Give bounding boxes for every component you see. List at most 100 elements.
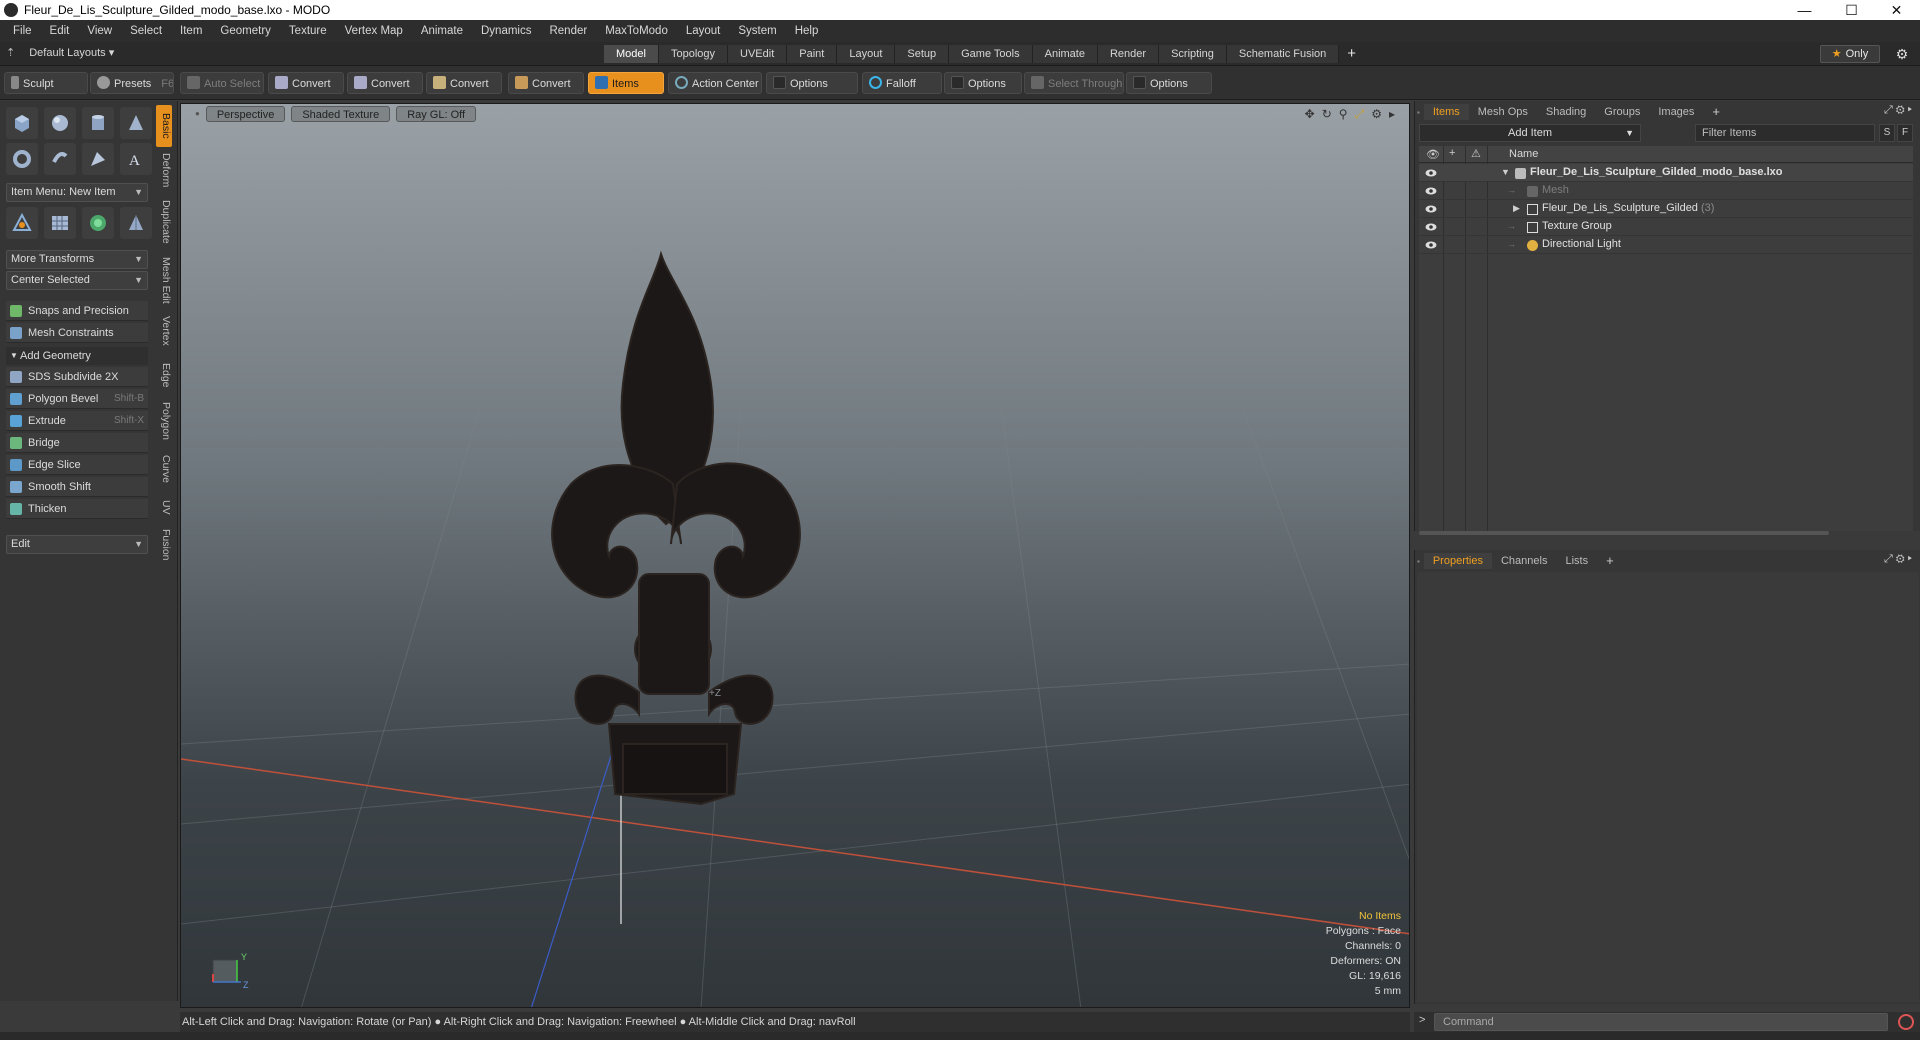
sphere-icon[interactable] <box>44 107 76 139</box>
presets-button[interactable]: Presets F6 <box>90 72 174 94</box>
eye-icon[interactable] <box>1425 168 1437 178</box>
visibility-column-icon[interactable]: 👁 <box>1426 148 1440 161</box>
vtab-mesh-edit[interactable]: Mesh Edit <box>156 253 172 307</box>
expand-triangle-icon[interactable]: ▼ <box>1501 167 1510 177</box>
filter-f-button[interactable]: F <box>1897 124 1913 142</box>
viewport-expand-icon[interactable]: ▸ <box>1389 107 1395 122</box>
add-tab-button[interactable]: + <box>1347 45 1356 63</box>
vtab-fusion[interactable]: Fusion <box>156 525 172 565</box>
tree-row-texture-group[interactable]: → Texture Group <box>1419 218 1913 236</box>
grid-icon[interactable] <box>44 207 76 239</box>
vtab-duplicate[interactable]: Duplicate <box>156 195 172 249</box>
menu-dynamics[interactable]: Dynamics <box>472 25 540 37</box>
lock-column-icon[interactable]: + <box>1449 147 1455 159</box>
tab-schematic-fusion[interactable]: Schematic Fusion <box>1226 45 1340 63</box>
edge-slice-button[interactable]: Edge Slice <box>6 455 148 475</box>
menu-select[interactable]: Select <box>121 25 171 37</box>
edit-dropdown[interactable]: Edit ▼ <box>6 535 148 554</box>
pan-icon[interactable]: ✥ <box>1305 107 1315 122</box>
auto-select-button[interactable]: Auto Select <box>180 72 264 94</box>
convert-item-button[interactable]: Convert <box>508 72 584 94</box>
more-transforms-dropdown[interactable]: More Transforms ▼ <box>6 250 148 269</box>
tab-items[interactable]: Items <box>1423 104 1469 120</box>
only-button[interactable]: ★ Only <box>1820 45 1880 63</box>
menu-maxtomodo[interactable]: MaxToModo <box>596 25 677 37</box>
tab-channels[interactable]: Channels <box>1492 553 1556 569</box>
tree-row-directional-light[interactable]: → Directional Light <box>1419 236 1913 254</box>
eye-icon[interactable] <box>1425 186 1437 196</box>
tab-layout[interactable]: Layout <box>837 45 896 63</box>
viewport-gear-icon[interactable]: ⚙ <box>1371 107 1382 122</box>
minimize-button[interactable]: — <box>1782 0 1827 20</box>
vtab-polygon[interactable]: Polygon <box>156 397 172 445</box>
zoom-icon[interactable]: ⚲ <box>1339 107 1348 122</box>
3d-viewport[interactable]: +Z Y Z ● Perspective Shaded Texture Ray … <box>180 103 1410 1008</box>
transform-icon[interactable] <box>6 207 38 239</box>
filter-s-button[interactable]: S <box>1879 124 1895 142</box>
tab-setup[interactable]: Setup <box>895 45 950 63</box>
tab-game-tools[interactable]: Game Tools <box>949 45 1033 63</box>
action-center-button[interactable]: Action Center <box>668 72 762 94</box>
cylinder-icon[interactable] <box>82 107 114 139</box>
menu-view[interactable]: View <box>78 25 121 37</box>
bridge-button[interactable]: Bridge <box>6 433 148 453</box>
falloff-button[interactable]: Falloff <box>862 72 942 94</box>
menu-item[interactable]: Item <box>171 25 211 37</box>
snaps-precision-button[interactable]: Snaps and Precision <box>6 301 148 321</box>
vtab-deform[interactable]: Deform <box>156 149 172 191</box>
torus-icon[interactable] <box>6 143 38 175</box>
vtab-uv[interactable]: UV <box>156 495 172 519</box>
vtab-edge[interactable]: Edge <box>156 359 172 391</box>
add-properties-tab-button[interactable]: + <box>1597 553 1623 569</box>
pen-tool-icon[interactable] <box>82 143 114 175</box>
eye-icon[interactable] <box>1425 222 1437 232</box>
menu-system[interactable]: System <box>729 25 785 37</box>
render-column-icon[interactable]: ⚠ <box>1471 147 1481 160</box>
menu-file[interactable]: File <box>4 25 41 37</box>
menu-edit[interactable]: Edit <box>41 25 79 37</box>
tab-images[interactable]: Images <box>1649 104 1703 120</box>
polygon-bevel-button[interactable]: Polygon Bevel Shift-B <box>6 389 148 409</box>
add-geometry-section[interactable]: ▼ Add Geometry <box>6 347 148 365</box>
default-layouts-dropdown[interactable]: Default Layouts ▾ <box>29 46 114 59</box>
tab-scripting[interactable]: Scripting <box>1159 45 1227 63</box>
expand-triangle-icon[interactable]: ▶ <box>1513 203 1520 214</box>
tab-shading[interactable]: Shading <box>1537 104 1595 120</box>
tree-row-fleur-group[interactable]: ▶ Fleur_De_Lis_Sculpture_Gilded (3) <box>1419 200 1913 218</box>
convert-edge-button[interactable]: Convert <box>347 72 423 94</box>
items-mode-button[interactable]: Items <box>588 72 664 94</box>
menu-render[interactable]: Render <box>540 25 596 37</box>
item-menu-dropdown[interactable]: Item Menu: New Item ▼ <box>6 183 148 202</box>
rotate-icon[interactable]: ↻ <box>1322 107 1332 122</box>
command-input[interactable]: Command <box>1434 1013 1888 1031</box>
action-center-options-button[interactable]: Options <box>766 72 858 94</box>
capsule-icon[interactable] <box>44 143 76 175</box>
filter-items-input[interactable]: Filter Items <box>1695 124 1875 142</box>
convert-polygon-button[interactable]: Convert <box>426 72 502 94</box>
tree-row-scene[interactable]: ▼ Fleur_De_Lis_Sculpture_Gilded_modo_bas… <box>1419 164 1913 182</box>
mesh-constraints-button[interactable]: Mesh Constraints <box>6 323 148 343</box>
pyramid-icon[interactable] <box>120 207 152 239</box>
menu-geometry[interactable]: Geometry <box>211 25 280 37</box>
thicken-button[interactable]: Thicken <box>6 499 148 519</box>
select-options-button[interactable]: Options <box>1126 72 1212 94</box>
tab-properties[interactable]: Properties <box>1423 553 1492 569</box>
perspective-dropdown[interactable]: Perspective <box>205 106 286 122</box>
tab-uvedit[interactable]: UVEdit <box>728 45 788 63</box>
menu-help[interactable]: Help <box>786 25 828 37</box>
menu-texture[interactable]: Texture <box>280 25 336 37</box>
panel-options-icons[interactable]: ⤢ ⚙ ▸ <box>1884 553 1912 566</box>
vtab-curve[interactable]: Curve <box>156 451 172 487</box>
center-selected-dropdown[interactable]: Center Selected ▼ <box>6 271 148 290</box>
convert-vertex-button[interactable]: Convert <box>268 72 344 94</box>
extrude-button[interactable]: Extrude Shift-X <box>6 411 148 431</box>
cube-icon[interactable] <box>6 107 38 139</box>
cone-icon[interactable] <box>120 107 152 139</box>
tab-groups[interactable]: Groups <box>1595 104 1649 120</box>
tab-model[interactable]: Model <box>604 45 659 63</box>
menu-animate[interactable]: Animate <box>412 25 472 37</box>
smooth-shift-button[interactable]: Smooth Shift <box>6 477 148 497</box>
tab-render[interactable]: Render <box>1097 45 1160 63</box>
layout-pin-icon[interactable]: ⇡ <box>6 46 15 59</box>
name-column-header[interactable]: Name <box>1509 148 1538 160</box>
